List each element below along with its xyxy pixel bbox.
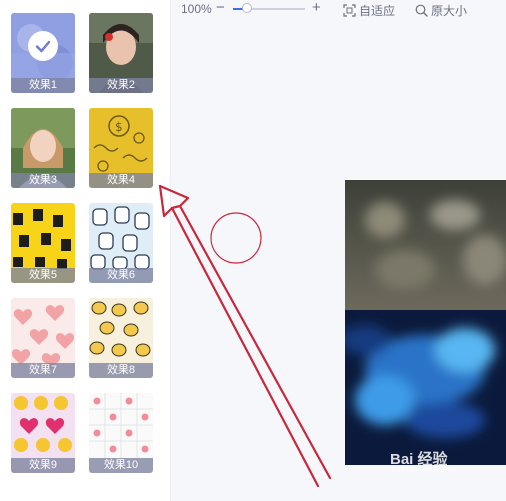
effect-label: 效果10 bbox=[89, 458, 153, 473]
effect-label: 效果6 bbox=[89, 268, 153, 283]
effect-label: 效果2 bbox=[89, 78, 153, 93]
effect-thumb-5[interactable]: 效果5 bbox=[11, 203, 75, 283]
effect-label: 效果3 bbox=[11, 173, 75, 188]
zoom-slider-handle[interactable] bbox=[242, 3, 253, 13]
effect-thumb-10[interactable]: 效果10 bbox=[89, 393, 153, 473]
effect-thumb-3[interactable]: 效果3 bbox=[11, 108, 75, 188]
canvas-preview-image bbox=[345, 180, 506, 465]
svg-text:$: $ bbox=[115, 120, 123, 134]
effect-label: 效果5 bbox=[11, 268, 75, 283]
fit-label: 自适应 bbox=[359, 4, 396, 18]
magnifier-icon bbox=[415, 4, 428, 17]
effect-thumb-7[interactable]: 效果7 bbox=[11, 298, 75, 378]
effect-label: 效果7 bbox=[11, 363, 75, 378]
zoom-toolbar: 100% − + 自适应 原大小 bbox=[171, 0, 506, 18]
effect-thumb-6[interactable]: 效果6 bbox=[89, 203, 153, 283]
effect-label: 效果9 bbox=[11, 458, 75, 473]
effect-thumb-2[interactable]: 效果2 bbox=[89, 13, 153, 93]
fit-window-icon bbox=[343, 4, 356, 17]
zoom-in-button[interactable]: + bbox=[312, 0, 321, 16]
effect-thumb-1[interactable]: 效果1 bbox=[11, 13, 75, 93]
effect-thumb-8[interactable]: 效果8 bbox=[89, 298, 153, 378]
original-size-button[interactable]: 原大小 bbox=[415, 2, 467, 19]
effect-label: 效果8 bbox=[89, 363, 153, 378]
watermark-url: jingyan.baidu.com bbox=[392, 466, 457, 473]
zoom-out-button[interactable]: − bbox=[216, 0, 225, 16]
fit-to-window-button[interactable]: 自适应 bbox=[343, 2, 395, 19]
zoom-level: 100% bbox=[181, 2, 212, 16]
watermark: Bai 经验 jingyan.baidu.com bbox=[390, 448, 506, 476]
selected-check-icon bbox=[28, 31, 58, 61]
effect-thumb-9[interactable]: 效果9 bbox=[11, 393, 75, 473]
effect-label: 效果1 bbox=[11, 78, 75, 93]
original-size-label: 原大小 bbox=[431, 4, 468, 18]
effect-thumb-4[interactable]: $ 效果4 bbox=[89, 108, 153, 188]
effect-label: 效果4 bbox=[89, 173, 153, 188]
effects-sidebar: 效果1 效果2 效果3 $ 效果4 效果5 效果6 效果7 效果8 效果9 效果… bbox=[0, 0, 171, 501]
